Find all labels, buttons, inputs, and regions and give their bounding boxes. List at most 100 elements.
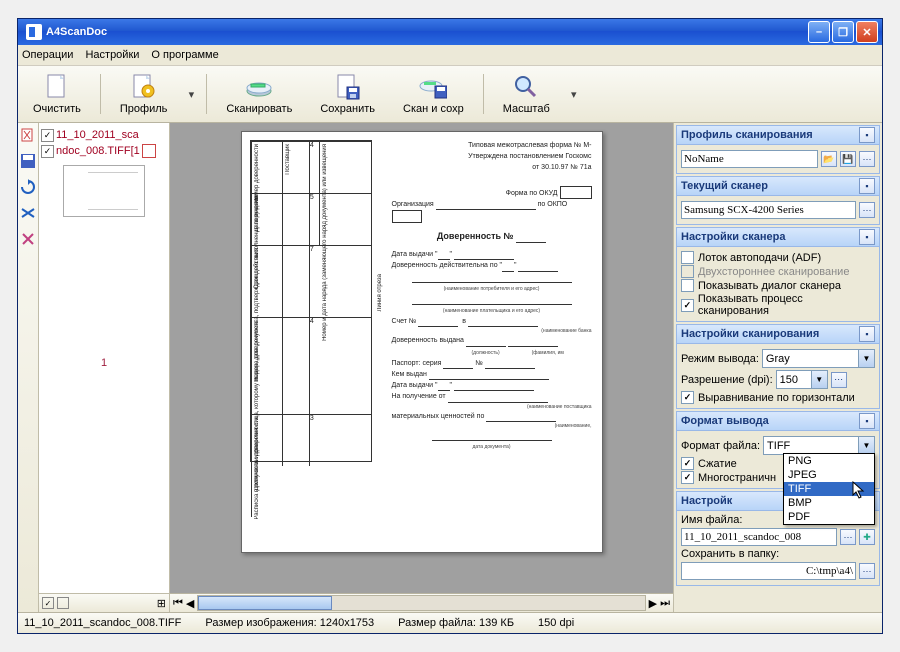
status-file-size: Размер файла: 139 КБ (398, 617, 514, 629)
select-none-checkbox[interactable] (57, 597, 69, 609)
menu-operations[interactable]: Операции (22, 49, 73, 61)
format-option[interactable]: PDF (784, 510, 874, 524)
collapse-icon[interactable]: ▪ (859, 229, 875, 245)
save-floppy-icon[interactable]: 💾 (840, 151, 856, 167)
chevron-down-icon: ▼ (858, 437, 874, 454)
zoom-button[interactable]: Масштаб (494, 70, 559, 118)
menu-about[interactable]: О программе (151, 49, 218, 61)
file-row[interactable]: ✓ ndoc_008.TIFF[1 (41, 143, 167, 159)
panel-title: Настройки сканера (681, 231, 785, 243)
preview-scroll[interactable]: Номер доверенностиПоставщик4Номер и дата… (170, 123, 673, 593)
collapse-icon[interactable]: ▪ (859, 127, 875, 143)
magnifier-icon (512, 73, 540, 101)
format-option[interactable]: PNG (784, 454, 874, 468)
nav-last-icon[interactable]: ⏭ (660, 597, 670, 610)
more-icon[interactable]: ⋯ (859, 151, 875, 167)
open-icon[interactable]: 📂 (821, 151, 837, 167)
delete-icon[interactable] (20, 127, 36, 143)
collapse-icon[interactable]: ▪ (859, 326, 875, 342)
nav-prev-icon[interactable]: ◀ (186, 597, 194, 610)
checkbox-icon[interactable]: ✓ (41, 145, 54, 158)
profile-dropdown[interactable]: ▾ (186, 74, 196, 114)
dialog-checkbox[interactable] (681, 279, 694, 292)
panel-title: Текущий сканер (681, 180, 768, 192)
minimize-button[interactable]: – (808, 21, 830, 43)
chevron-down-icon: ▼ (858, 350, 874, 367)
output-mode-combo[interactable]: Gray▼ (762, 349, 875, 368)
profile-name-input[interactable] (681, 150, 818, 168)
format-dropdown-list: PNG JPEG TIFF BMP PDF (783, 453, 875, 525)
format-option[interactable]: BMP (784, 496, 874, 510)
page-number: 1 (41, 357, 167, 369)
add-icon[interactable]: ✚ (859, 529, 875, 545)
more-icon[interactable]: ⋯ (840, 529, 856, 545)
app-logo-icon (26, 24, 42, 40)
scanner-icon (245, 73, 273, 101)
rotate-icon[interactable] (20, 179, 36, 195)
page-gear-icon (130, 73, 158, 101)
format-option[interactable]: JPEG (784, 468, 874, 482)
clear-button[interactable]: Очистить (24, 70, 90, 118)
scan-label: Сканировать (226, 103, 292, 115)
scan-profile-panel: Профиль сканирования▪ 📂 💾 ⋯ (676, 125, 880, 174)
align-checkbox[interactable]: ✓ (681, 391, 694, 404)
maximize-button[interactable]: ❐ (832, 21, 854, 43)
file-row[interactable]: ✓ 11_10_2011_sca (41, 127, 167, 143)
scanner-name-input[interactable] (681, 201, 856, 219)
zoom-label: Масштаб (503, 103, 550, 115)
compress-checkbox[interactable]: ✓ (681, 457, 694, 470)
page-blank-icon (43, 73, 71, 101)
scanner-settings-panel: Настройки сканера▪ Лоток автоподачи (ADF… (676, 227, 880, 322)
multipage-checkbox[interactable]: ✓ (681, 471, 694, 484)
save-button[interactable]: Сохранить (311, 70, 384, 118)
profile-label: Профиль (120, 103, 168, 115)
preview-scrollbar[interactable] (197, 595, 645, 611)
collapse-icon[interactable]: ▪ (859, 178, 875, 194)
chevron-down-icon: ▼ (811, 371, 827, 388)
zoom-dropdown[interactable]: ▾ (569, 74, 579, 114)
crop-icon[interactable] (20, 205, 36, 221)
collapse-icon[interactable]: ▪ (859, 413, 875, 429)
panel-title: Формат вывода (681, 415, 769, 427)
scan-button[interactable]: Сканировать (217, 70, 301, 118)
page-thumbnail[interactable] (63, 165, 145, 217)
left-toolbar (18, 123, 39, 612)
scanned-page: Номер доверенностиПоставщик4Номер и дата… (241, 131, 603, 553)
output-format-panel: Формат вывода▪ Формат файла: TIFF▼ PNG J… (676, 411, 880, 489)
file-name: 11_10_2011_sca (56, 129, 139, 141)
menu-settings[interactable]: Настройки (85, 49, 139, 61)
close-button[interactable]: ✕ (856, 21, 878, 43)
profile-button[interactable]: Профиль (111, 70, 177, 118)
nav-next-icon[interactable]: ▶ (649, 597, 657, 610)
status-image-size: Размер изображения: 1240x1753 (205, 617, 374, 629)
toolbar: Очистить Профиль ▾ Сканировать Сохранить… (18, 66, 882, 123)
current-scanner-panel: Текущий сканер ▪ ⋯ (676, 176, 880, 225)
scan-save-label: Скан и сохр (403, 103, 464, 115)
duplex-checkbox (681, 265, 694, 278)
more-icon[interactable]: ⋯ (831, 372, 847, 388)
nav-first-icon[interactable]: ⏮ (173, 597, 183, 610)
tiff-file-icon (142, 144, 156, 158)
process-checkbox[interactable]: ✓ (681, 299, 694, 312)
file-name: ndoc_008.TIFF[1 (56, 145, 140, 157)
more-icon[interactable]: ⋯ (859, 563, 875, 579)
menubar: Операции Настройки О программе (18, 45, 882, 66)
checkbox-icon[interactable]: ✓ (41, 129, 54, 142)
folder-input[interactable] (681, 562, 856, 580)
expand-icon[interactable]: ⊞ (157, 597, 166, 610)
save-disk-icon[interactable] (20, 153, 36, 169)
filename-input[interactable] (681, 528, 837, 546)
window-title: A4ScanDoc (46, 26, 808, 38)
file-format-combo[interactable]: TIFF▼ PNG JPEG TIFF BMP PDF (763, 436, 875, 455)
scanner-floppy-icon (419, 73, 447, 101)
dpi-combo[interactable]: 150▼ (776, 370, 828, 389)
scan-save-button[interactable]: Скан и сохр (394, 70, 473, 118)
select-all-checkbox[interactable]: ✓ (42, 597, 54, 609)
more-icon[interactable]: ⋯ (859, 202, 875, 218)
adf-checkbox[interactable] (681, 251, 694, 264)
file-list-panel: ✓ 11_10_2011_sca ✓ ndoc_008.TIFF[1 1 ✓ ⊞ (39, 123, 170, 612)
titlebar: A4ScanDoc – ❐ ✕ (18, 19, 882, 45)
format-option[interactable]: TIFF (784, 482, 874, 496)
remove-icon[interactable] (20, 231, 36, 247)
save-label: Сохранить (320, 103, 375, 115)
